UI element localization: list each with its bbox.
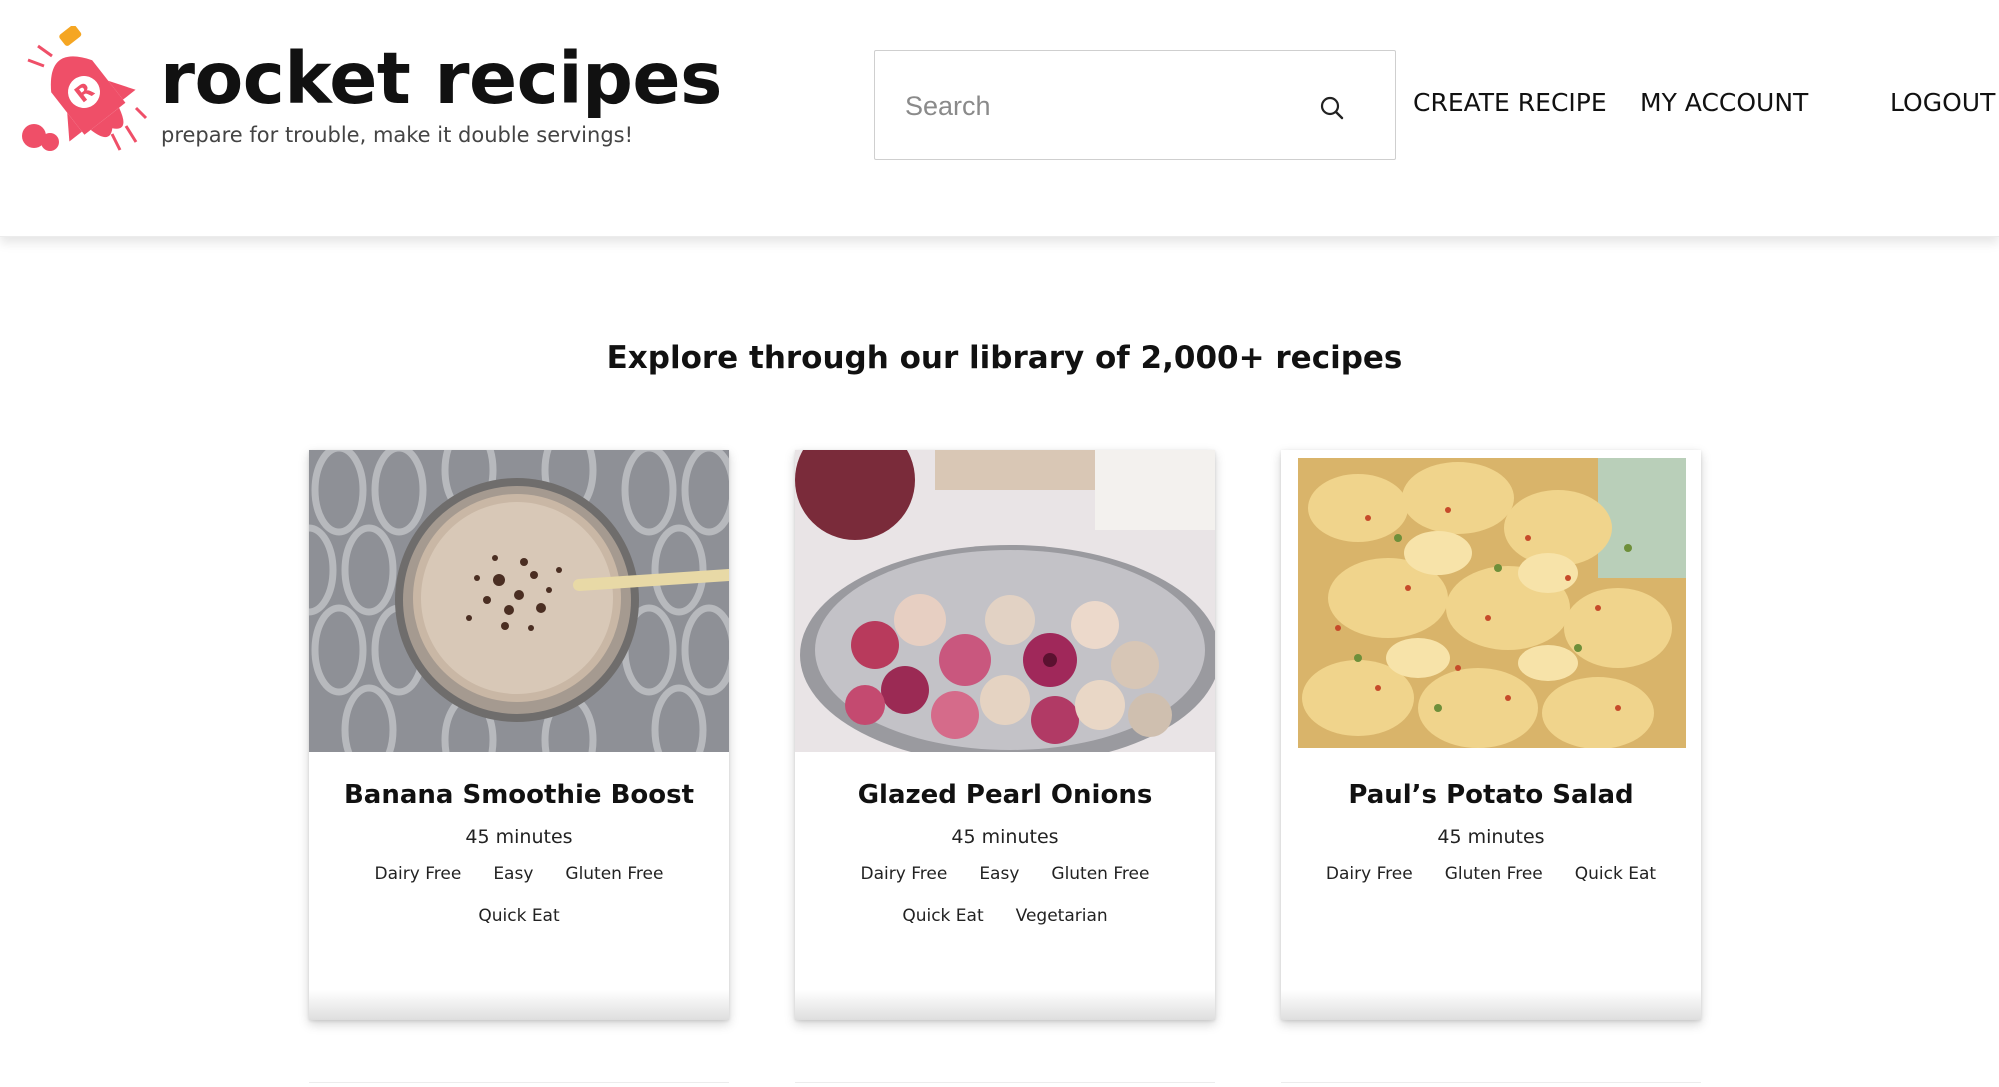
next-row-card-edge	[1281, 1082, 1701, 1087]
create-recipe-link[interactable]: CREATE RECIPE	[1413, 88, 1607, 117]
site-header: R rocket recipes prepare for trouble, ma…	[0, 0, 1999, 237]
recipe-tag: Quick Eat	[1574, 864, 1657, 884]
card-footer-shade	[795, 990, 1215, 1020]
recipe-title[interactable]: Paul’s Potato Salad	[1281, 780, 1701, 810]
recipe-time: 45 minutes	[951, 826, 1059, 848]
recipe-card-potato-salad[interactable]: Paul’s Potato Salad 45 minutes Dairy Fre…	[1281, 450, 1701, 1020]
recipe-title[interactable]: Banana Smoothie Boost	[309, 780, 729, 810]
potato-salad-photo	[1298, 458, 1686, 748]
recipe-tags: Dairy Free Gluten Free Quick Eat	[1321, 862, 1661, 886]
next-row-card-edge	[309, 1082, 729, 1087]
rocket-logo-icon[interactable]: R	[8, 24, 148, 164]
logout-link[interactable]: LOGOUT	[1890, 88, 1995, 117]
page-headline: Explore through our library of 2,000+ re…	[606, 340, 1403, 376]
recipe-tag: Easy	[493, 864, 534, 884]
my-account-link[interactable]: MY ACCOUNT	[1640, 88, 1808, 117]
pearl-onions-photo	[795, 450, 1215, 752]
recipe-tags: Dairy Free Easy Gluten Free Quick Eat Ve…	[835, 862, 1175, 928]
recipe-tag: Dairy Free	[860, 864, 948, 884]
recipe-time: 45 minutes	[465, 826, 573, 848]
search-input[interactable]	[903, 51, 1287, 161]
recipe-card-banana-smoothie[interactable]: Banana Smoothie Boost 45 minutes Dairy F…	[309, 450, 729, 1020]
next-row-card-edge	[795, 1082, 1215, 1087]
recipe-tag: Gluten Free	[1051, 864, 1150, 884]
brand-tagline: prepare for trouble, make it double serv…	[161, 123, 634, 147]
recipe-tag: Dairy Free	[1325, 864, 1413, 884]
recipe-tag: Dairy Free	[374, 864, 462, 884]
card-footer-shade	[309, 990, 729, 1020]
recipe-tag: Quick Eat	[478, 906, 560, 926]
recipe-tag: Gluten Free	[565, 864, 664, 884]
recipe-card-pearl-onions[interactable]: Glazed Pearl Onions 45 minutes Dairy Fre…	[795, 450, 1215, 1020]
search-box	[874, 50, 1396, 161]
recipe-title[interactable]: Glazed Pearl Onions	[795, 780, 1215, 810]
recipe-tag: Gluten Free	[1444, 864, 1543, 884]
recipe-tag: Easy	[979, 864, 1020, 884]
search-icon[interactable]	[1319, 95, 1345, 121]
brand-title[interactable]: rocket recipes	[160, 36, 722, 122]
card-footer-shade	[1281, 990, 1701, 1020]
banana-smoothie-photo	[309, 450, 729, 752]
recipe-time: 45 minutes	[1437, 826, 1545, 848]
recipe-tag: Quick Eat	[902, 906, 984, 926]
recipe-tags: Dairy Free Easy Gluten Free Quick Eat	[349, 862, 689, 928]
recipe-tag: Vegetarian	[1015, 906, 1108, 926]
